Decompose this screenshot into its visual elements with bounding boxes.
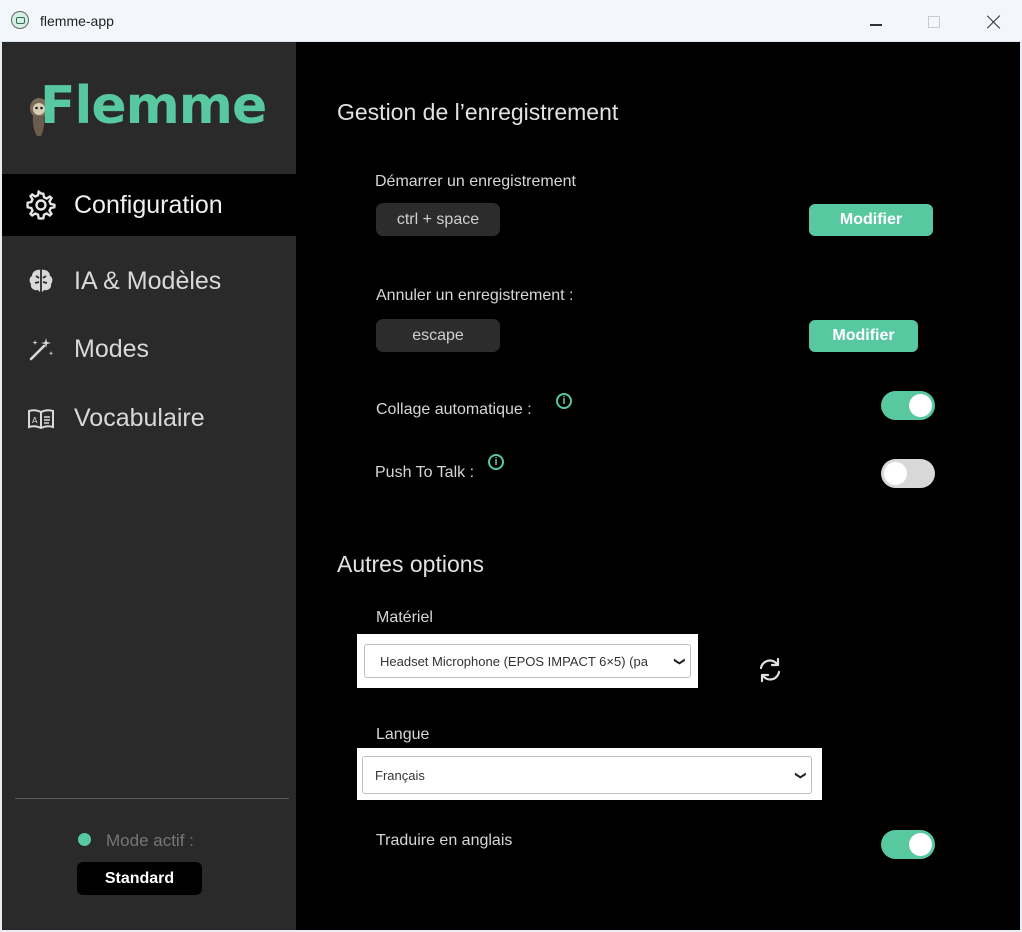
chevron-down-icon: ❯ bbox=[673, 656, 686, 666]
cancel-recording-label: Annuler un enregistrement : bbox=[376, 287, 574, 304]
modify-cancel-shortcut-button[interactable]: Modifier bbox=[809, 320, 918, 352]
sidebar-item-label: Modes bbox=[74, 334, 150, 363]
push-to-talk-label: Push To Talk : bbox=[375, 464, 475, 481]
maximize-icon bbox=[928, 16, 940, 28]
toggle-knob bbox=[884, 462, 907, 485]
start-recording-label: Démarrer un enregistrement bbox=[375, 173, 576, 190]
language-select-frame: Français ❯ bbox=[357, 748, 822, 800]
brain-icon bbox=[24, 264, 58, 298]
sidebar-item-label: IA & Modèles bbox=[74, 266, 222, 295]
translate-toggle[interactable] bbox=[881, 830, 935, 859]
logo-text: Flemme bbox=[40, 76, 267, 136]
push-to-talk-toggle[interactable] bbox=[881, 459, 935, 488]
language-select-value: Français bbox=[375, 767, 425, 783]
device-select[interactable]: Headset Microphone (EPOS IMPACT 6×5) (pa… bbox=[364, 644, 691, 678]
toggle-knob bbox=[909, 833, 932, 856]
minimize-button[interactable] bbox=[856, 7, 896, 37]
section-title-recording: Gestion de l’enregistrement bbox=[337, 99, 619, 125]
sidebar-item-modes[interactable]: Modes bbox=[2, 318, 296, 380]
autopaste-info-icon[interactable]: i bbox=[556, 393, 572, 409]
chevron-down-icon: ❯ bbox=[794, 770, 807, 780]
language-label: Langue bbox=[376, 726, 430, 743]
push-to-talk-info-icon[interactable]: i bbox=[488, 454, 504, 470]
gear-icon bbox=[24, 188, 58, 222]
cancel-shortcut-chip: escape bbox=[376, 319, 500, 352]
close-button[interactable] bbox=[974, 7, 1014, 37]
refresh-devices-icon[interactable] bbox=[756, 656, 784, 684]
device-select-value: Headset Microphone (EPOS IMPACT 6×5) (pa bbox=[380, 653, 648, 669]
start-shortcut-chip: ctrl + space bbox=[376, 203, 500, 236]
sidebar-item-configuration[interactable]: Configuration bbox=[2, 174, 296, 236]
device-select-frame: Headset Microphone (EPOS IMPACT 6×5) (pa… bbox=[357, 634, 698, 688]
maximize-button[interactable] bbox=[914, 7, 954, 37]
sidebar-item-ia-modeles[interactable]: IA & Modèles bbox=[2, 250, 296, 312]
status-dot bbox=[78, 833, 91, 846]
autopaste-label: Collage automatique : bbox=[376, 401, 532, 418]
autopaste-toggle[interactable] bbox=[881, 391, 935, 420]
book-icon: A bbox=[24, 401, 58, 435]
sidebar-item-vocabulaire[interactable]: A Vocabulaire bbox=[2, 387, 296, 449]
app-icon bbox=[11, 11, 29, 29]
section-title-other-options: Autres options bbox=[337, 551, 485, 577]
window-title: flemme-app bbox=[40, 13, 114, 29]
modify-start-shortcut-button[interactable]: Modifier bbox=[809, 204, 933, 236]
magic-wand-icon bbox=[24, 332, 58, 366]
svg-text:A: A bbox=[32, 416, 38, 425]
language-select[interactable]: Français ❯ bbox=[362, 756, 812, 794]
sidebar-divider bbox=[15, 798, 289, 799]
sidebar-item-label: Vocabulaire bbox=[74, 403, 205, 432]
sidebar-item-label: Configuration bbox=[74, 190, 223, 219]
title-bar: flemme-app bbox=[0, 0, 1022, 42]
main-panel: Gestion de l’enregistrement Démarrer un … bbox=[296, 42, 1020, 930]
translate-label: Traduire en anglais bbox=[376, 832, 513, 849]
device-label: Matériel bbox=[376, 609, 433, 626]
sidebar: Flemme Configuration IA & Modèles Modes … bbox=[2, 42, 296, 930]
close-icon bbox=[987, 15, 1001, 29]
toggle-knob bbox=[909, 394, 932, 417]
app-logo: Flemme bbox=[28, 76, 278, 146]
app-window: flemme-app Flemme Configuration IA & Mod… bbox=[0, 0, 1022, 932]
active-mode-badge[interactable]: Standard bbox=[77, 862, 202, 895]
mode-label: Mode actif : bbox=[106, 831, 194, 850]
minimize-icon bbox=[870, 24, 882, 26]
